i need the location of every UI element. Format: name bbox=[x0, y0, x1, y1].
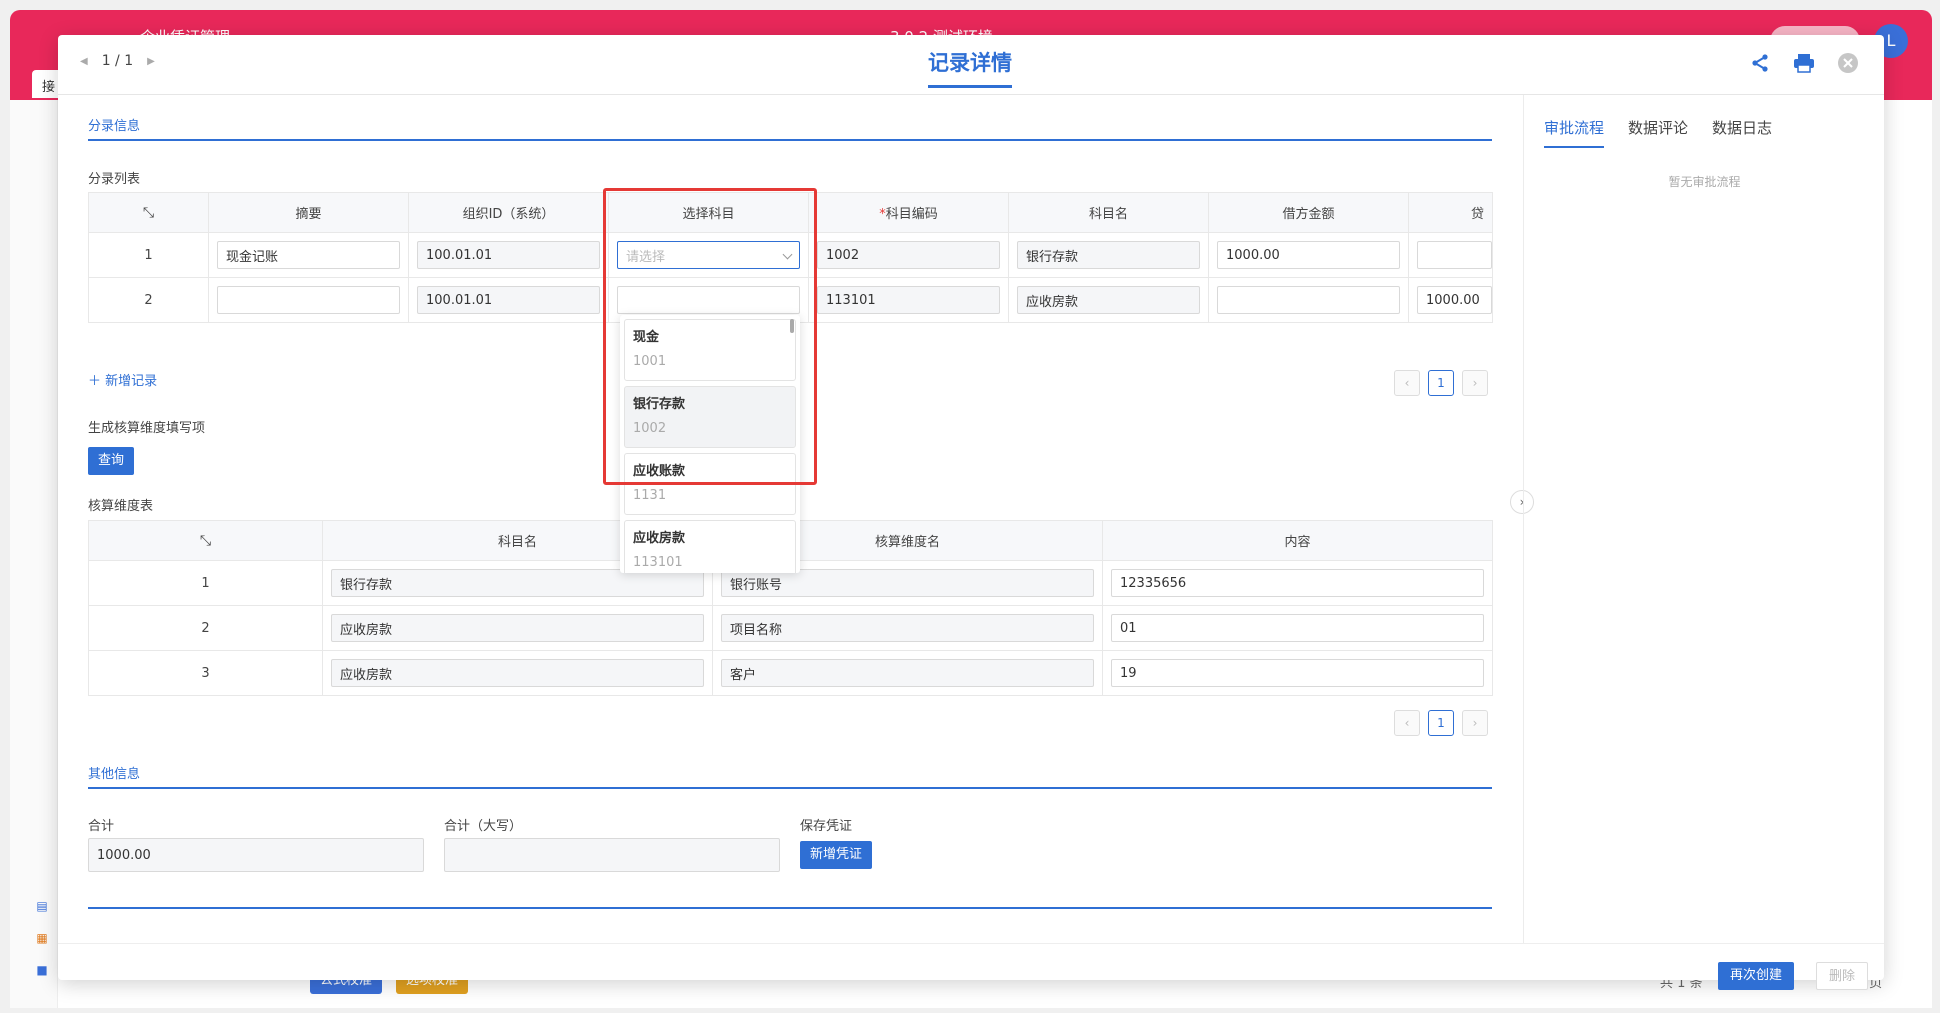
dimension-table-label: 核算维度表 bbox=[88, 499, 154, 514]
dim-name-input: 客户 bbox=[721, 659, 1094, 687]
save-voucher-label: 保存凭证 bbox=[800, 819, 853, 834]
page-number[interactable]: 1 bbox=[1428, 710, 1454, 736]
dim-subject-input: 应收房款 bbox=[331, 659, 704, 687]
page-number[interactable]: 1 bbox=[1428, 370, 1454, 396]
col-name: 科目名 bbox=[1008, 192, 1209, 233]
summary-input[interactable] bbox=[217, 286, 400, 314]
dimension-pagination: ‹ 1 › bbox=[1394, 710, 1488, 736]
tab-log[interactable]: 数据日志 bbox=[1712, 117, 1772, 148]
record-detail-modal: ◀ 1 / 1 ▶ 记录详情 分录信息 分录列表 ⤡ 摘要 组织ID（系统） 选… bbox=[58, 35, 1884, 990]
debit-input[interactable]: 1000.00 bbox=[1217, 241, 1400, 269]
code-input: 113101 bbox=[817, 286, 1000, 314]
row-number: 1 bbox=[88, 560, 323, 606]
row-number: 1 bbox=[88, 232, 209, 278]
highlight-box bbox=[603, 188, 817, 485]
record-pager: ◀ 1 / 1 ▶ bbox=[80, 53, 155, 69]
dim-subject-input: 银行存款 bbox=[331, 569, 704, 597]
section-entry-info: 分录信息 bbox=[88, 115, 1492, 141]
modal-footer: 再次创建 删除 bbox=[58, 943, 1884, 990]
col-content: 内容 bbox=[1102, 520, 1493, 561]
subject-name-input: 应收房款 bbox=[1017, 286, 1200, 314]
right-panel: 审批流程 数据评论 数据日志 暂无审批流程 bbox=[1523, 95, 1884, 943]
add-record-link[interactable]: ＋ 新增记录 bbox=[88, 370, 157, 389]
close-icon[interactable] bbox=[1836, 51, 1860, 75]
section-other-info: 其他信息 bbox=[88, 763, 1492, 789]
expand-icon[interactable]: ⤡ bbox=[88, 192, 209, 233]
empty-approval-text: 暂无审批流程 bbox=[1668, 175, 1741, 189]
prev-record-icon[interactable]: ◀ bbox=[80, 56, 88, 67]
pager-text: 1 / 1 bbox=[101, 53, 134, 69]
total-label: 合计 bbox=[88, 819, 115, 834]
dim-subject-input: 应收房款 bbox=[331, 614, 704, 642]
option-code: 113101 bbox=[633, 555, 683, 570]
dim-content-input[interactable]: 19 bbox=[1111, 659, 1484, 687]
total-upper-label: 合计（大写） bbox=[444, 819, 523, 834]
next-record-icon[interactable]: ▶ bbox=[147, 56, 155, 67]
print-icon[interactable] bbox=[1792, 51, 1816, 75]
dim-content-input[interactable]: 12335656 bbox=[1111, 569, 1484, 597]
table-icon[interactable]: ▦ bbox=[34, 930, 50, 946]
col-code-label: 科目编码 bbox=[885, 207, 938, 222]
doc-icon[interactable]: ▤ bbox=[34, 898, 50, 914]
col-debit: 借方金额 bbox=[1208, 192, 1409, 233]
subject-name-input: 银行存款 bbox=[1017, 241, 1200, 269]
option-name: 应收房款 bbox=[633, 531, 686, 546]
dimension-gen-label: 生成核算维度填写项 bbox=[88, 421, 206, 436]
col-credit: 贷 bbox=[1408, 192, 1493, 233]
col-code: *科目编码 bbox=[808, 192, 1009, 233]
prev-page-icon[interactable]: ‹ bbox=[1394, 710, 1420, 736]
row-number: 2 bbox=[88, 605, 323, 651]
row-number: 2 bbox=[88, 277, 209, 323]
credit-input[interactable] bbox=[1417, 241, 1492, 269]
next-page-icon[interactable]: › bbox=[1462, 370, 1488, 396]
table-row: 3 应收房款 客户 19 bbox=[88, 650, 1493, 696]
total-input: 1000.00 bbox=[88, 838, 424, 872]
col-org: 组织ID（系统） bbox=[408, 192, 609, 233]
col-summary: 摘要 bbox=[208, 192, 409, 233]
dim-name-input: 银行账号 bbox=[721, 569, 1094, 597]
header-actions bbox=[1748, 51, 1860, 75]
code-input: 1002 bbox=[817, 241, 1000, 269]
modal-header: ◀ 1 / 1 ▶ 记录详情 bbox=[58, 35, 1884, 95]
summary-input[interactable]: 现金记账 bbox=[217, 241, 400, 269]
dropdown-option[interactable]: 应收房款 113101 bbox=[624, 520, 796, 573]
dim-name-input: 项目名称 bbox=[721, 614, 1094, 642]
section-divider bbox=[88, 907, 1492, 909]
right-tabs: 审批流程 数据评论 数据日志 bbox=[1544, 117, 1772, 148]
folder-icon[interactable]: ■ bbox=[34, 962, 50, 978]
dim-content-input[interactable]: 01 bbox=[1111, 614, 1484, 642]
option-code: 1131 bbox=[633, 488, 667, 503]
credit-input[interactable]: 1000.00 bbox=[1417, 286, 1492, 314]
modal-title: 记录详情 bbox=[928, 47, 1012, 88]
debit-input[interactable] bbox=[1217, 286, 1400, 314]
recreate-button[interactable]: 再次创建 bbox=[1718, 962, 1795, 990]
total-upper-input bbox=[444, 838, 780, 872]
org-input: 100.01.01 bbox=[417, 286, 600, 314]
next-page-icon[interactable]: › bbox=[1462, 710, 1488, 736]
entry-list-label: 分录列表 bbox=[88, 172, 141, 187]
row-number: 3 bbox=[88, 650, 323, 696]
query-button[interactable]: 查询 bbox=[88, 447, 135, 475]
prev-page-icon[interactable]: ‹ bbox=[1394, 370, 1420, 396]
share-icon[interactable] bbox=[1748, 51, 1772, 75]
tab-comments[interactable]: 数据评论 bbox=[1628, 117, 1688, 148]
expand-icon[interactable]: ⤡ bbox=[88, 520, 323, 561]
entry-pagination: ‹ 1 › bbox=[1394, 370, 1488, 396]
tab-approval[interactable]: 审批流程 bbox=[1544, 117, 1605, 148]
main-panel: 分录信息 分录列表 ⤡ 摘要 组织ID（系统） 选择科目 *科目编码 科目名 借… bbox=[58, 95, 1522, 943]
bg-sidebar bbox=[10, 100, 58, 1008]
add-record-label: 新增记录 bbox=[105, 374, 158, 389]
org-input: 100.01.01 bbox=[417, 241, 600, 269]
delete-button[interactable]: 删除 bbox=[1816, 962, 1869, 990]
add-voucher-button[interactable]: 新增凭证 bbox=[800, 841, 873, 869]
table-row: 2 应收房款 项目名称 01 bbox=[88, 605, 1493, 651]
